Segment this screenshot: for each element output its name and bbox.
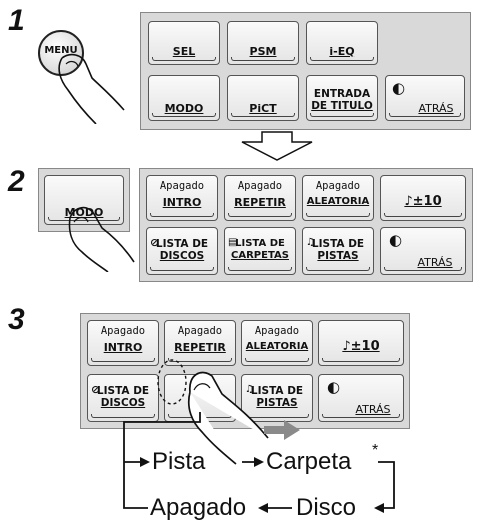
finger-step2-icon xyxy=(68,206,135,272)
cycle-carpeta: Carpeta xyxy=(266,448,352,475)
cycle-asterisk: * xyxy=(372,442,379,459)
folder-skip-button-step3[interactable]: ♪±10 xyxy=(318,320,404,366)
modo-label: MODO xyxy=(164,102,204,115)
aleatoria-state: Apagado xyxy=(315,180,361,192)
folder-skip-label: ♪±10 xyxy=(404,194,442,209)
repetir-state: Apagado xyxy=(237,180,283,192)
intro-button[interactable]: Apagado INTRO xyxy=(146,175,218,221)
lista-de-carpetas-button[interactable]: ▤ LISTA DE CARPETAS xyxy=(224,227,296,275)
disc-icon: ⊘ xyxy=(150,236,160,249)
psm-button[interactable]: PSM xyxy=(227,21,299,65)
atras-label: ATRÁS xyxy=(418,102,454,115)
cycle-disco: Disco xyxy=(296,494,357,521)
aleatoria-button[interactable]: Apagado ALEATORIA xyxy=(302,175,374,221)
step-number-2: 2 xyxy=(8,165,25,198)
step-number-1: 1 xyxy=(8,4,25,37)
timer-icon: ◐ xyxy=(392,79,406,97)
i-eq-button[interactable]: i-EQ xyxy=(306,21,378,65)
psm-label: PSM xyxy=(249,45,277,58)
folder-skip-label-step3: ♪±10 xyxy=(342,339,380,354)
repetir-state-step3: Apagado xyxy=(177,325,223,337)
pict-button[interactable]: PiCT xyxy=(227,75,299,121)
intro-state-step3: Apagado xyxy=(100,325,146,337)
entrada-de-titulo-button[interactable]: ENTRADA DE TITULO xyxy=(306,75,378,121)
sel-button[interactable]: SEL xyxy=(148,21,220,65)
atras-label-step2: ATRÁS xyxy=(417,256,453,269)
atras-button-step2[interactable]: ◐ ATRÁS xyxy=(380,227,466,275)
step-number-3: 3 xyxy=(8,303,25,336)
repetir-button[interactable]: Apagado REPETIR xyxy=(224,175,296,221)
i-eq-label: i-EQ xyxy=(329,45,355,58)
finger-step1-icon xyxy=(58,53,125,124)
modo-button[interactable]: MODO xyxy=(148,75,220,121)
step2-screen: Apagado INTRO Apagado REPETIR Apagado AL… xyxy=(139,168,473,282)
lista-de-pistas-label: LISTA DE PISTAS xyxy=(311,238,365,262)
entrada-de-titulo-label: ENTRADA DE TITULO xyxy=(311,88,373,112)
aleatoria-state-step3: Apagado xyxy=(254,325,300,337)
step1-screen: SEL PSM i-EQ MODO PiCT ENTRADA DE TITULO … xyxy=(140,12,471,130)
aleatoria-label: ALEATORIA xyxy=(306,196,370,207)
intro-button-step3[interactable]: Apagado INTRO xyxy=(87,320,159,366)
intro-state: Apagado xyxy=(159,180,205,192)
intro-label-step3: INTRO xyxy=(103,341,143,354)
timer-icon-step3: ◐ xyxy=(327,378,341,396)
cycle-apagado: Apagado xyxy=(150,494,247,521)
cycle-pista: Pista xyxy=(152,448,206,475)
folder-skip-button[interactable]: ♪±10 xyxy=(380,175,466,221)
atras-button[interactable]: ◐ ATRÁS xyxy=(385,75,465,121)
sel-label: SEL xyxy=(172,45,196,58)
repetir-label: REPETIR xyxy=(234,196,286,209)
lista-de-discos-button[interactable]: LISTA DE DISCOS ⊘ xyxy=(146,227,218,275)
lista-de-pistas-button[interactable]: ♫ LISTA DE PISTAS xyxy=(302,227,374,275)
intro-label: INTRO xyxy=(162,196,202,209)
timer-icon-step2: ◐ xyxy=(389,231,403,249)
aleatoria-label-step3: ALEATORIA xyxy=(245,341,309,352)
pict-label: PiCT xyxy=(249,102,277,115)
lista-de-carpetas-label: LISTA DE CARPETAS xyxy=(231,238,289,261)
down-arrow-icon xyxy=(241,131,313,161)
lista-de-discos-label-step3: LISTA DE DISCOS xyxy=(96,385,150,409)
